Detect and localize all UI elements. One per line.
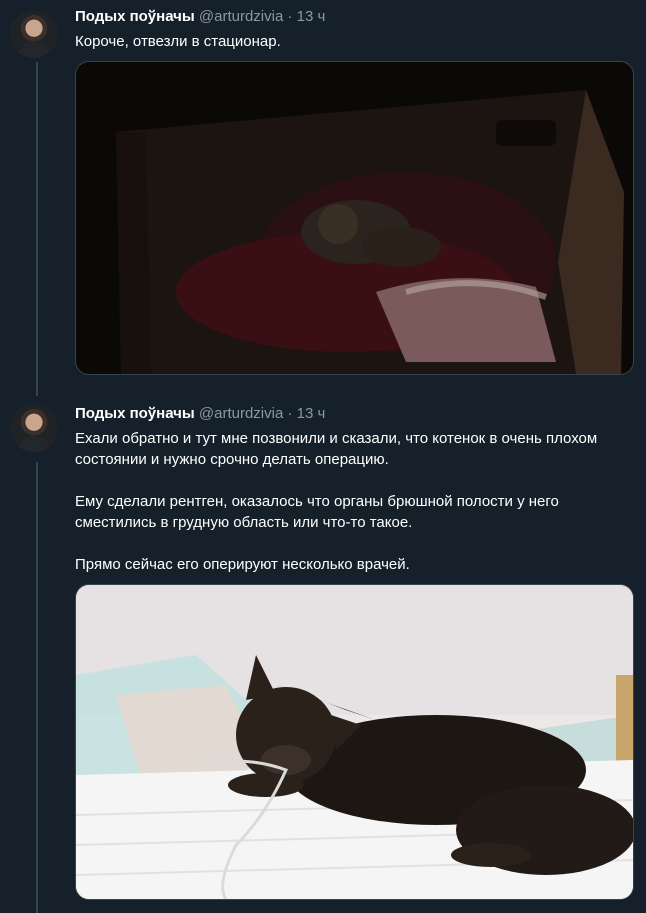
tweet-paragraph: Короче, отвезли в стационар. [75,33,281,50]
tweet-paragraph: Ему сделали рентген, оказалось что орган… [75,493,559,531]
author-name[interactable]: Подых поўначы [75,8,195,25]
tweet-photo[interactable] [75,584,634,900]
tweet-1[interactable]: Подых поўначы @arturdzivia · 13 ч Короче… [0,0,646,390]
tweet-header: Подых поўначы @arturdzivia · 13 ч [75,8,325,26]
photo-kitten-on-pad-with-iv [76,585,633,899]
photo-kitten-in-box-dark [76,62,633,374]
timestamp[interactable]: 13 ч [297,405,326,422]
tweet-2[interactable]: Подых поўначы @arturdzivia · 13 ч Ехали … [0,395,646,913]
separator-dot: · [287,8,293,25]
tweet-photo[interactable] [75,61,634,375]
tweet-paragraph: Ехали обратно и тут мне позвонили и сказ… [75,430,598,468]
tweet-paragraph: Прямо сейчас его оперируют несколько вра… [75,556,410,573]
tweet-header: Подых поўначы @arturdzivia · 13 ч [75,405,325,423]
author-handle[interactable]: @arturdzivia [199,405,283,422]
separator-dot: · [287,405,293,422]
avatar[interactable] [10,10,58,58]
author-name[interactable]: Подых поўначы [75,405,195,422]
tweet-text: Ехали обратно и тут мне позвонили и сказ… [75,428,630,575]
author-handle[interactable]: @arturdzivia [199,8,283,25]
tweet-text: Короче, отвезли в стационар. [75,31,630,52]
avatar[interactable] [10,404,58,452]
timestamp[interactable]: 13 ч [297,8,326,25]
